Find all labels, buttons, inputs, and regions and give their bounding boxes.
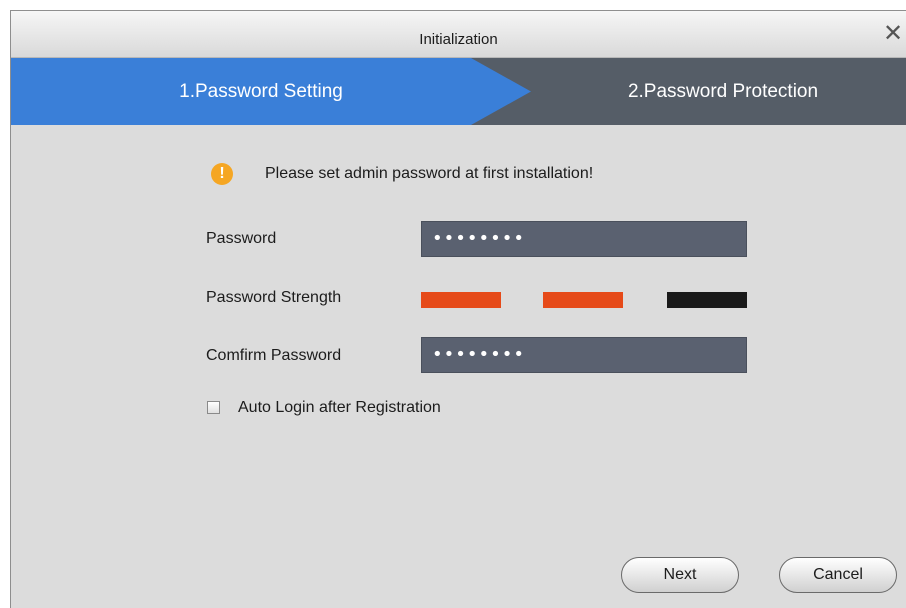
title-bar: Initialization ✕: [11, 11, 906, 58]
warning-icon: !: [211, 163, 233, 185]
confirm-password-field[interactable]: ••••••••: [421, 337, 747, 373]
next-button[interactable]: Next: [621, 557, 739, 593]
password-label: Password: [206, 230, 277, 247]
password-strength-label: Password Strength: [206, 289, 342, 306]
auto-login-label[interactable]: Auto Login after Registration: [238, 399, 441, 417]
cancel-button[interactable]: Cancel: [779, 557, 897, 593]
confirm-password-label: Comfirm Password: [206, 347, 342, 364]
step-password-setting[interactable]: 1.Password Setting: [11, 58, 531, 125]
window-title: Initialization: [419, 31, 498, 48]
strength-bar-3: [667, 292, 747, 308]
initialization-dialog: Initialization ✕ 1.Password Setting 2.Pa…: [10, 10, 906, 608]
password-field[interactable]: ••••••••: [421, 221, 747, 257]
step-password-protection[interactable]: 2.Password Protection: [531, 58, 906, 125]
strength-bar-2: [543, 292, 623, 308]
auto-login-checkbox[interactable]: [207, 401, 220, 414]
alert-text: Please set admin password at first insta…: [265, 165, 594, 182]
close-icon[interactable]: ✕: [882, 22, 904, 46]
step-indicator: 1.Password Setting 2.Password Protection: [11, 58, 906, 125]
alert-message: ! Please set admin password at first ins…: [211, 162, 593, 186]
strength-bar-1: [421, 292, 501, 308]
